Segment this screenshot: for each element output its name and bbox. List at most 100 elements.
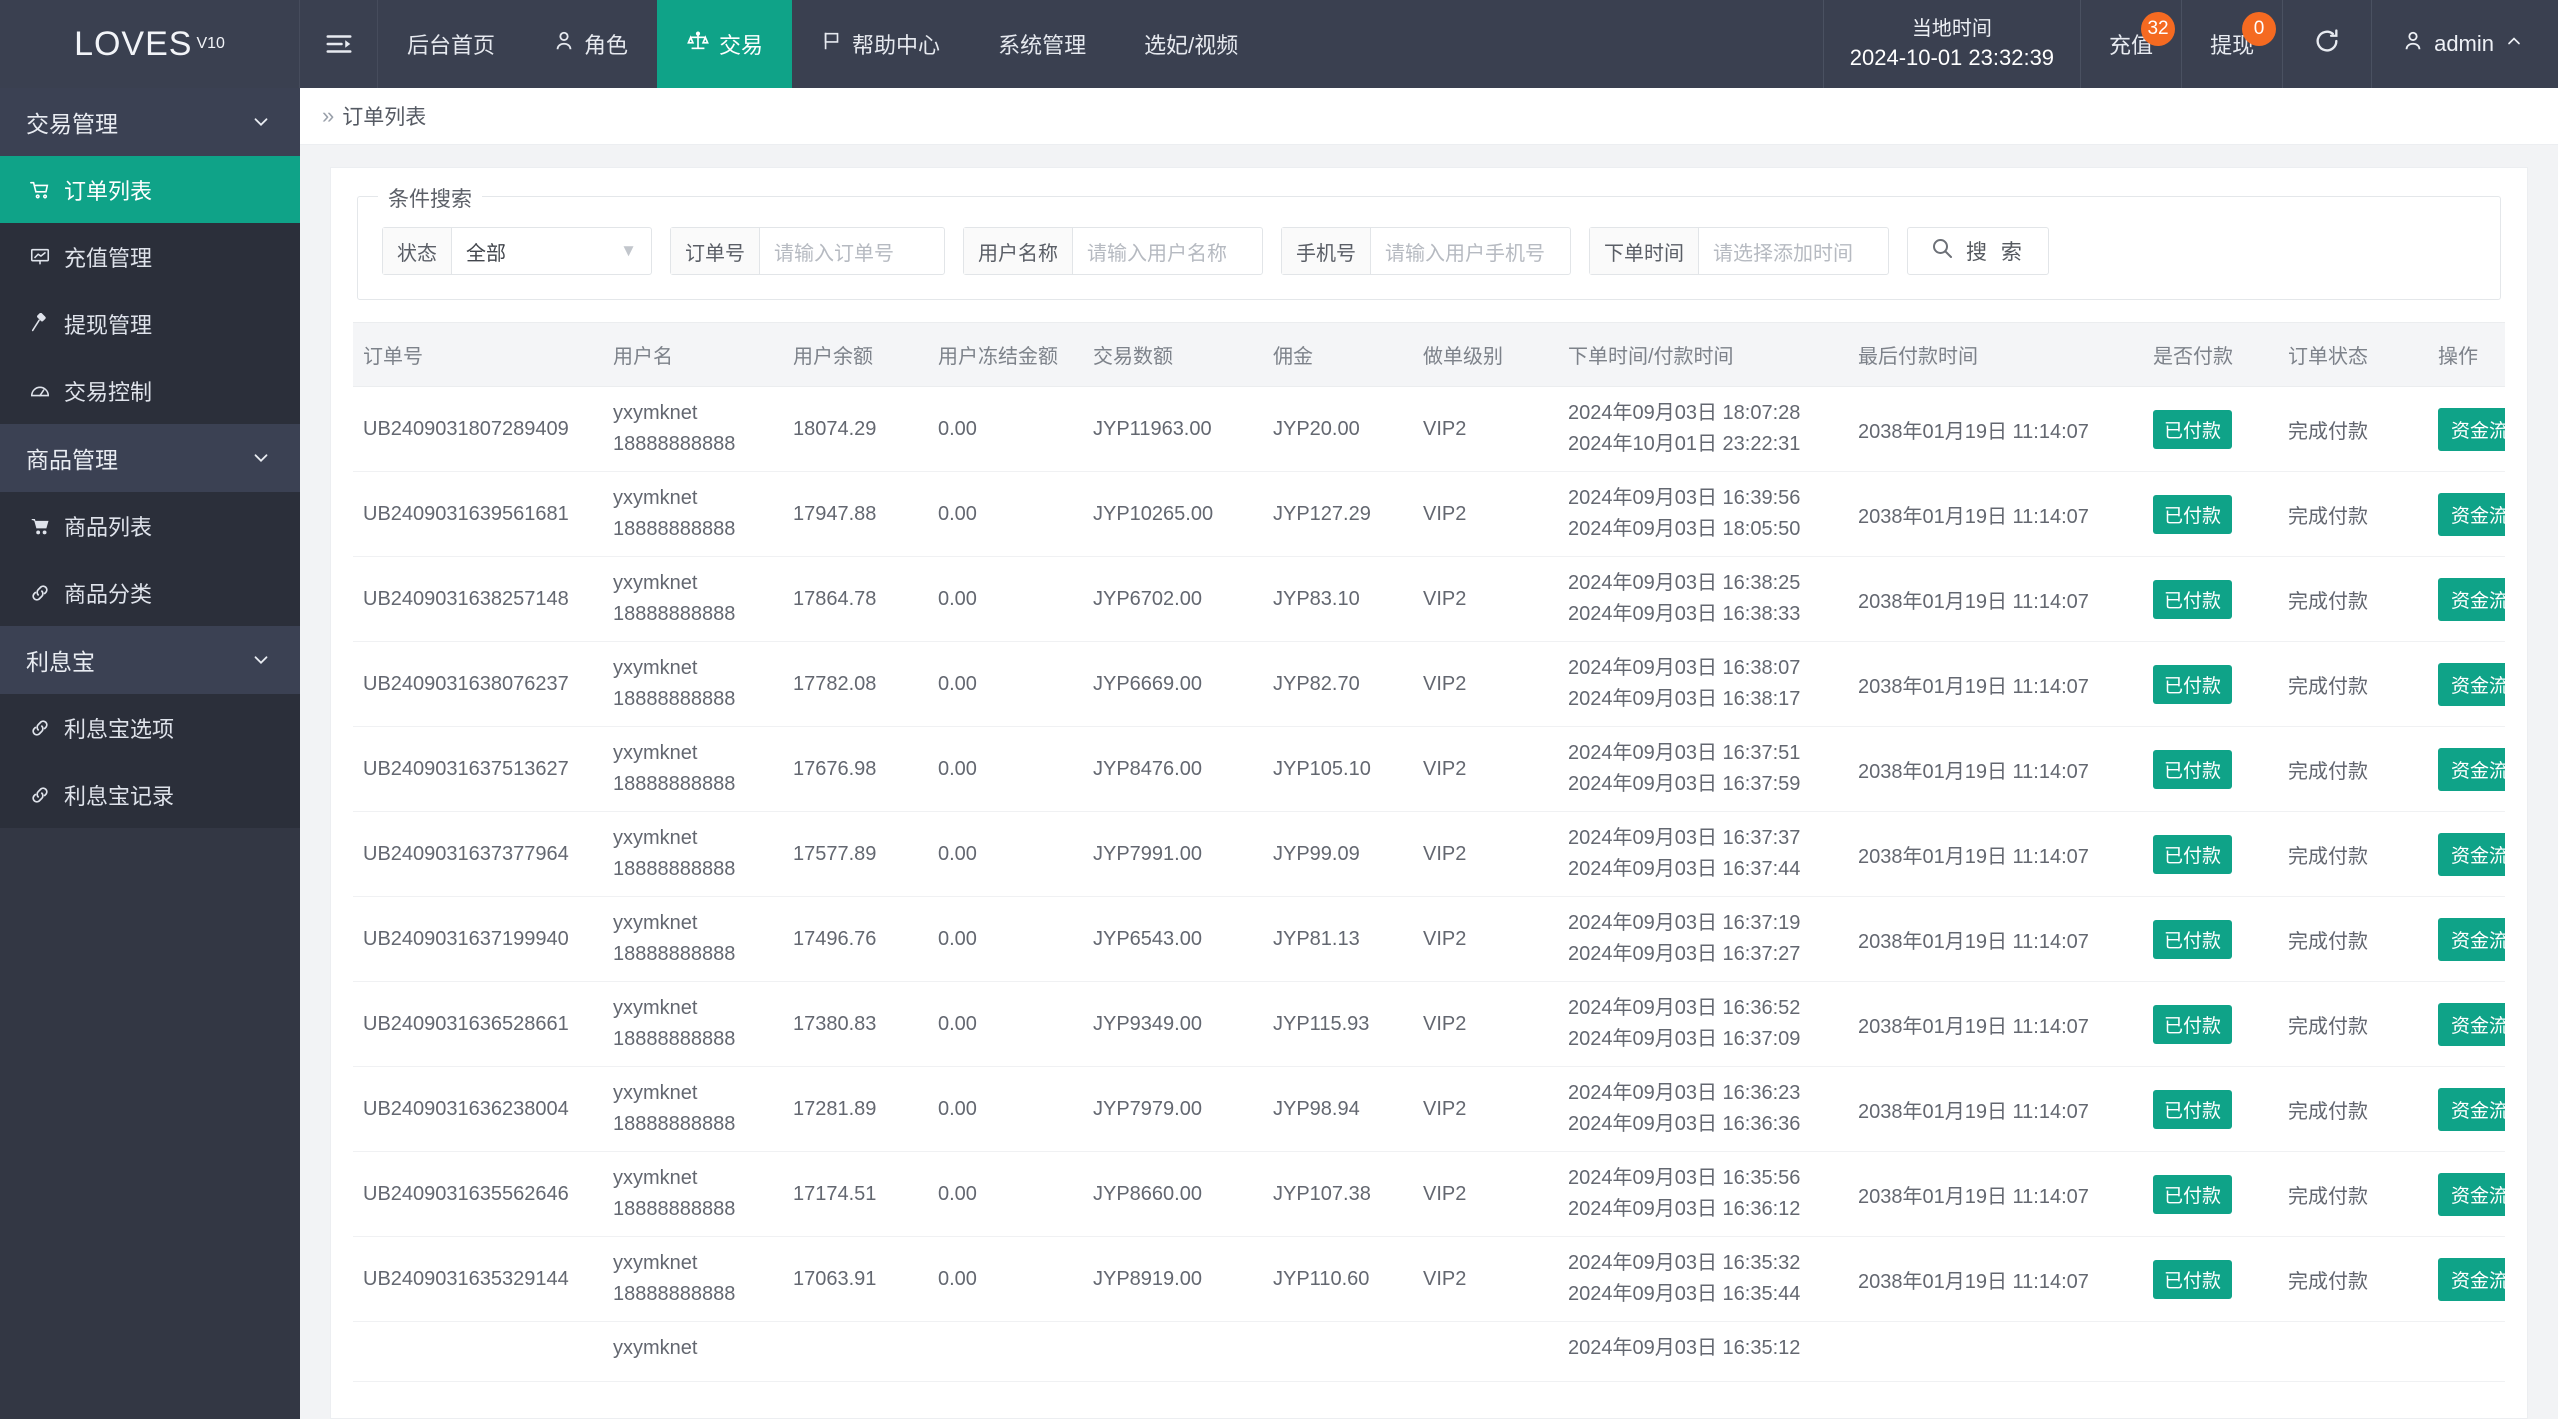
sidebar-group-interest-treasure[interactable]: 利息宝 bbox=[0, 626, 300, 694]
cell-order-no: UB2409031638076237 bbox=[353, 641, 603, 727]
balance-text: 17496.76 bbox=[793, 927, 877, 950]
refresh-button[interactable] bbox=[2283, 0, 2373, 88]
cell-user: yxymknet 18888888888 bbox=[603, 1236, 783, 1322]
table-row[interactable]: UB2409031637377964 yxymknet 18888888888 175… bbox=[353, 811, 2505, 897]
sidebar-group-transaction-mgmt[interactable]: 交易管理 bbox=[0, 88, 300, 156]
last-pay-time-text: 2038年01月19日 11:14:07 bbox=[1858, 930, 2089, 953]
cell-amount: JYP7979.00 bbox=[1083, 1066, 1263, 1152]
table-row[interactable]: UB2409031635562646 yxymknet 18888888888 171… bbox=[353, 1151, 2505, 1237]
menu-fold-icon[interactable] bbox=[300, 0, 378, 88]
sidebar-item-recharge-mgmt[interactable]: 充值管理 bbox=[0, 223, 300, 290]
level-text: VIP2 bbox=[1423, 587, 1467, 610]
username-field[interactable]: 用户名称 请输入用户名称 bbox=[963, 227, 1263, 275]
status-badge-paid: 已付款 bbox=[2153, 664, 2233, 704]
order-no-label: 订单号 bbox=[671, 228, 760, 274]
pay-time-text: 2024年09月03日 16:37:09 bbox=[1568, 1028, 1801, 1050]
user-phone-text: 18888888888 bbox=[613, 773, 736, 795]
phone-input[interactable]: 请输入用户手机号 bbox=[1371, 228, 1570, 274]
username-input[interactable]: 请输入用户名称 bbox=[1073, 228, 1262, 274]
frozen-text: 0.00 bbox=[938, 1267, 977, 1290]
sidebar-item-transaction-control[interactable]: 交易控制 bbox=[0, 357, 300, 424]
cell-last-pay-time: 2038年01月19日 11:14:07 bbox=[1848, 811, 2143, 897]
sidebar-item-withdraw-mgmt[interactable]: 提现管理 bbox=[0, 290, 300, 357]
status-select[interactable]: 状态 全部 ▼ bbox=[382, 227, 652, 275]
cell-is-paid: 已付款 bbox=[2143, 1066, 2278, 1152]
phone-field[interactable]: 手机号 请输入用户手机号 bbox=[1281, 227, 1571, 275]
cell-order-no: UB2409031807289409 bbox=[353, 386, 603, 472]
sidebar-group-product-mgmt[interactable]: 商品管理 bbox=[0, 424, 300, 492]
nav-item-video[interactable]: 选妃/视频 bbox=[1115, 0, 1267, 88]
search-button[interactable]: 搜 索 bbox=[1907, 227, 2049, 275]
level-text: VIP2 bbox=[1423, 927, 1467, 950]
cell-balance: 17864.78 bbox=[783, 556, 928, 642]
table-row[interactable]: UB2409031637513627 yxymknet 18888888888 176… bbox=[353, 726, 2505, 812]
cell-commission: JYP110.60 bbox=[1263, 1236, 1413, 1322]
sidebar-item-product-category[interactable]: 商品分类 bbox=[0, 559, 300, 626]
cell-commission: JYP107.38 bbox=[1263, 1151, 1413, 1237]
order-no-field[interactable]: 订单号 请输入订单号 bbox=[670, 227, 945, 275]
cell-order-pay-time: 2024年09月03日 16:37:51 2024年09月03日 16:37:59 bbox=[1558, 726, 1848, 812]
table-row[interactable]: UB2409031807289409 yxymknet 18888888888 180… bbox=[353, 386, 2505, 472]
amount-text: JYP8476.00 bbox=[1093, 757, 1202, 780]
brand-logo[interactable]: LOVES V10 bbox=[0, 0, 300, 88]
col-commission: 佣金 bbox=[1263, 323, 1413, 387]
order-time-input[interactable]: 请选择添加时间 bbox=[1699, 228, 1888, 274]
frozen-text: 0.00 bbox=[938, 842, 977, 865]
order-no-text: UB2409031638257148 bbox=[363, 587, 569, 610]
user-phone-text: 18888888888 bbox=[613, 688, 736, 710]
chevron-down-icon bbox=[250, 649, 272, 671]
fund-flow-button[interactable]: 资金流水 bbox=[2438, 917, 2505, 961]
nav-item-system[interactable]: 系统管理 bbox=[969, 0, 1115, 88]
order-no-text: UB2409031636528661 bbox=[363, 1012, 569, 1035]
withdraw-button[interactable]: 提现 0 bbox=[2182, 0, 2284, 88]
table-row[interactable]: yxymknet 2024年09月03日 16:35:12 bbox=[353, 1321, 2505, 1382]
cell-balance: 17782.08 bbox=[783, 641, 928, 727]
sidebar-item-interest-options[interactable]: 利息宝选项 bbox=[0, 694, 300, 761]
sidebar-item-order-list[interactable]: 订单列表 bbox=[0, 156, 300, 223]
cell-operation: 资金流水 bbox=[2428, 386, 2505, 472]
cell-is-paid: 已付款 bbox=[2143, 1151, 2278, 1237]
cell-order-pay-time: 2024年09月03日 16:37:37 2024年09月03日 16:37:44 bbox=[1558, 811, 1848, 897]
table-row[interactable]: UB2409031635329144 yxymknet 18888888888 170… bbox=[353, 1236, 2505, 1322]
fund-flow-button[interactable]: 资金流水 bbox=[2438, 492, 2505, 536]
order-status-text: 完成付款 bbox=[2288, 505, 2368, 528]
user-menu[interactable]: admin bbox=[2372, 0, 2558, 88]
status-badge-paid: 已付款 bbox=[2153, 579, 2233, 619]
frozen-text: 0.00 bbox=[938, 927, 977, 950]
fund-flow-button[interactable]: 资金流水 bbox=[2438, 662, 2505, 706]
sidebar-group-label-interest-treasure: 利息宝 bbox=[26, 649, 95, 675]
nav-item-transaction[interactable]: 交易 bbox=[657, 0, 793, 88]
fund-flow-button[interactable]: 资金流水 bbox=[2438, 1002, 2505, 1046]
cell-frozen: 0.00 bbox=[928, 981, 1083, 1067]
status-value: 全部 bbox=[466, 242, 506, 265]
recharge-button[interactable]: 充值 32 bbox=[2081, 0, 2183, 88]
search-legend: 条件搜索 bbox=[378, 183, 482, 213]
table-row[interactable]: UB2409031638257148 yxymknet 18888888888 178… bbox=[353, 556, 2505, 642]
table-row[interactable]: UB2409031639561681 yxymknet 18888888888 179… bbox=[353, 471, 2505, 557]
fund-flow-button[interactable]: 资金流水 bbox=[2438, 832, 2505, 876]
sidebar-item-interest-records[interactable]: 利息宝记录 bbox=[0, 761, 300, 828]
cell-is-paid bbox=[2143, 1321, 2278, 1382]
sidebar-item-label-product-category: 商品分类 bbox=[64, 581, 153, 607]
fund-flow-button[interactable]: 资金流水 bbox=[2438, 1087, 2505, 1131]
fund-flow-button[interactable]: 资金流水 bbox=[2438, 577, 2505, 621]
table-row[interactable]: UB2409031636528661 yxymknet 18888888888 173… bbox=[353, 981, 2505, 1067]
nav-item-role[interactable]: 角色 bbox=[524, 0, 657, 88]
fund-flow-button[interactable]: 资金流水 bbox=[2438, 1257, 2505, 1301]
order-no-input[interactable]: 请输入订单号 bbox=[760, 228, 944, 274]
nav-item-help-center[interactable]: 帮助中心 bbox=[792, 0, 969, 88]
table-row[interactable]: UB2409031637199940 yxymknet 18888888888 174… bbox=[353, 896, 2505, 982]
sidebar-item-product-list[interactable]: 商品列表 bbox=[0, 492, 300, 559]
cell-last-pay-time: 2038年01月19日 11:14:07 bbox=[1848, 386, 2143, 472]
fund-flow-button[interactable]: 资金流水 bbox=[2438, 1172, 2505, 1216]
cell-operation: 资金流水 bbox=[2428, 641, 2505, 727]
last-pay-time-text: 2038年01月19日 11:14:07 bbox=[1858, 1270, 2089, 1293]
table-row[interactable]: UB2409031636238004 yxymknet 18888888888 172… bbox=[353, 1066, 2505, 1152]
nav-item-dashboard[interactable]: 后台首页 bbox=[378, 0, 524, 88]
table-row[interactable]: UB2409031638076237 yxymknet 18888888888 177… bbox=[353, 641, 2505, 727]
fund-flow-button[interactable]: 资金流水 bbox=[2438, 407, 2505, 451]
fund-flow-button[interactable]: 资金流水 bbox=[2438, 747, 2505, 791]
amount-text: JYP8919.00 bbox=[1093, 1267, 1202, 1290]
cell-is-paid: 已付款 bbox=[2143, 386, 2278, 472]
order-time-field[interactable]: 下单时间 请选择添加时间 bbox=[1589, 227, 1889, 275]
